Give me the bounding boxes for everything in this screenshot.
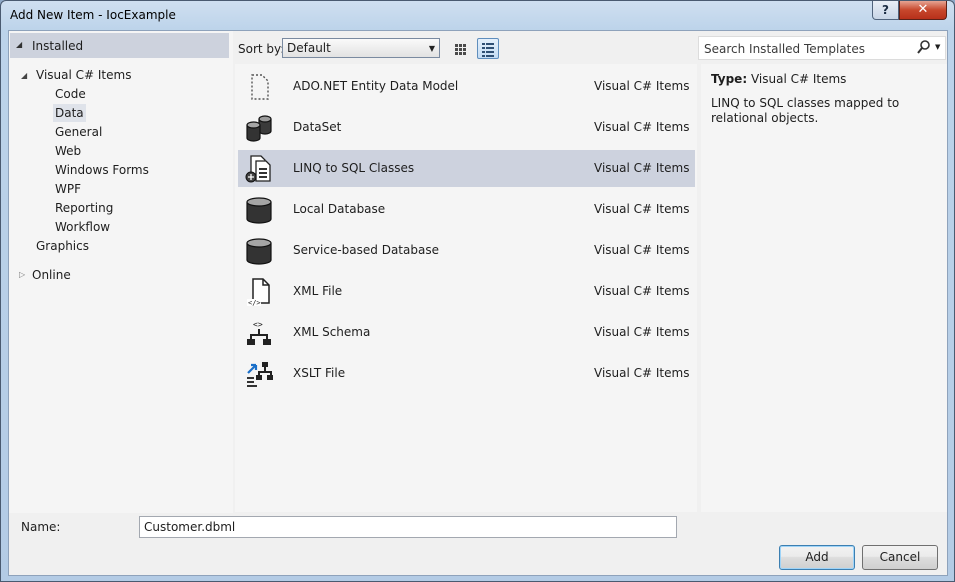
list-item[interactable]: Service-based Database Visual C# Items [238, 232, 695, 269]
template-category: Visual C# Items [594, 243, 690, 257]
database-icon [246, 197, 272, 224]
template-details-panel: Type: Visual C# Items LINQ to SQL classe… [701, 64, 947, 512]
template-name: XML File [293, 284, 343, 298]
expand-arrow-icon[interactable]: ▷ [19, 270, 25, 279]
type-value: Visual C# Items [750, 72, 847, 86]
template-name: Local Database [293, 202, 386, 216]
add-button[interactable]: Add [779, 545, 855, 570]
list-item[interactable]: DataSet Visual C# Items [238, 109, 695, 146]
template-category: Visual C# Items [594, 325, 690, 339]
tree-item-graphics[interactable]: Graphics [34, 237, 91, 255]
database-icon [246, 238, 272, 265]
sort-dropdown-value: Default [287, 41, 331, 55]
template-tree: ◢ Installed ◢ Visual C# Items Code Data … [9, 31, 233, 513]
template-name: LINQ to SQL Classes [293, 161, 415, 175]
dataset-icon [246, 115, 272, 142]
tree-item-general[interactable]: General [53, 123, 104, 141]
tree-item-code[interactable]: Code [53, 85, 88, 103]
name-field[interactable]: Customer.dbml [139, 516, 677, 538]
window-title: Add New Item - IocExample [10, 8, 176, 22]
list-item[interactable]: Local Database Visual C# Items [238, 191, 695, 228]
template-category: Visual C# Items [594, 79, 690, 93]
list-view-icon [482, 43, 494, 57]
template-type: Type: Visual C# Items [711, 72, 846, 86]
add-new-item-dialog: Add New Item - IocExample ? ✕ ◢ Installe… [0, 0, 955, 582]
template-name: Service-based Database [293, 243, 439, 257]
template-description: LINQ to SQL classes mapped to relational… [711, 96, 900, 125]
search-installed-templates-input[interactable]: Search Installed Templates ▼ [698, 36, 946, 60]
list-item[interactable]: ADO.NET Entity Data Model Visual C# Item… [238, 68, 695, 105]
expand-arrow-icon[interactable]: ◢ [21, 71, 27, 80]
search-placeholder: Search Installed Templates [704, 42, 865, 56]
tree-installed-header[interactable]: ◢ Installed [10, 33, 229, 58]
sort-dropdown[interactable]: Default ▼ [282, 38, 440, 58]
list-item[interactable]: <> XML Schema Visual C# Items [238, 314, 695, 351]
chevron-down-icon: ▼ [428, 44, 435, 53]
template-category: Visual C# Items [594, 202, 690, 216]
entity-model-icon [251, 74, 269, 100]
grid-view-icon [455, 44, 466, 55]
medium-icons-view-button[interactable] [449, 38, 471, 59]
sort-label: Sort by: [238, 42, 285, 56]
chevron-down-icon[interactable]: ▼ [935, 43, 940, 51]
template-category: Visual C# Items [594, 284, 690, 298]
close-button[interactable]: ✕ [899, 1, 947, 20]
xml-file-icon: </> [247, 278, 270, 307]
template-name: ADO.NET Entity Data Model [293, 79, 459, 93]
tree-item-reporting[interactable]: Reporting [53, 199, 115, 217]
tree-item-web[interactable]: Web [53, 142, 83, 160]
tree-item-online[interactable]: Online [30, 266, 73, 284]
template-category: Visual C# Items [594, 366, 690, 380]
linq-to-sql-icon [245, 155, 271, 183]
search-icon[interactable] [917, 39, 931, 55]
list-item[interactable]: </> XML File Visual C# Items [238, 273, 695, 310]
template-list: ADO.NET Entity Data Model Visual C# Item… [235, 64, 697, 512]
xslt-file-icon [247, 362, 273, 387]
template-category: Visual C# Items [594, 120, 690, 134]
tree-item-wpf[interactable]: WPF [53, 180, 83, 198]
list-item[interactable]: XSLT File Visual C# Items [238, 355, 695, 392]
tree-item-data[interactable]: Data [53, 104, 86, 122]
list-item[interactable]: LINQ to SQL Classes Visual C# Items [238, 150, 695, 187]
template-name: XML Schema [293, 325, 371, 339]
svg-text:</>: </> [248, 299, 261, 307]
help-button[interactable]: ? [872, 1, 899, 20]
template-name: DataSet [293, 120, 342, 134]
tree-item-windows-forms[interactable]: Windows Forms [53, 161, 151, 179]
template-category: Visual C# Items [594, 161, 690, 175]
list-view-button[interactable] [477, 38, 499, 59]
collapse-arrow-icon[interactable]: ◢ [16, 40, 22, 49]
tree-item-visual-csharp-items[interactable]: Visual C# Items [34, 66, 133, 84]
xml-schema-icon: <> [247, 320, 271, 345]
tree-item-workflow[interactable]: Workflow [53, 218, 112, 236]
installed-label: Installed [32, 39, 84, 53]
type-label: Type: [711, 72, 748, 86]
cancel-button[interactable]: Cancel [862, 545, 938, 570]
name-label: Name: [21, 520, 61, 534]
svg-text:<>: <> [253, 320, 263, 329]
template-name: XSLT File [293, 366, 346, 380]
dialog-client: ◢ Installed ◢ Visual C# Items Code Data … [8, 30, 948, 576]
title-bar: Add New Item - IocExample ? ✕ [1, 1, 954, 31]
sort-toolbar: Sort by: Default ▼ [235, 31, 700, 61]
